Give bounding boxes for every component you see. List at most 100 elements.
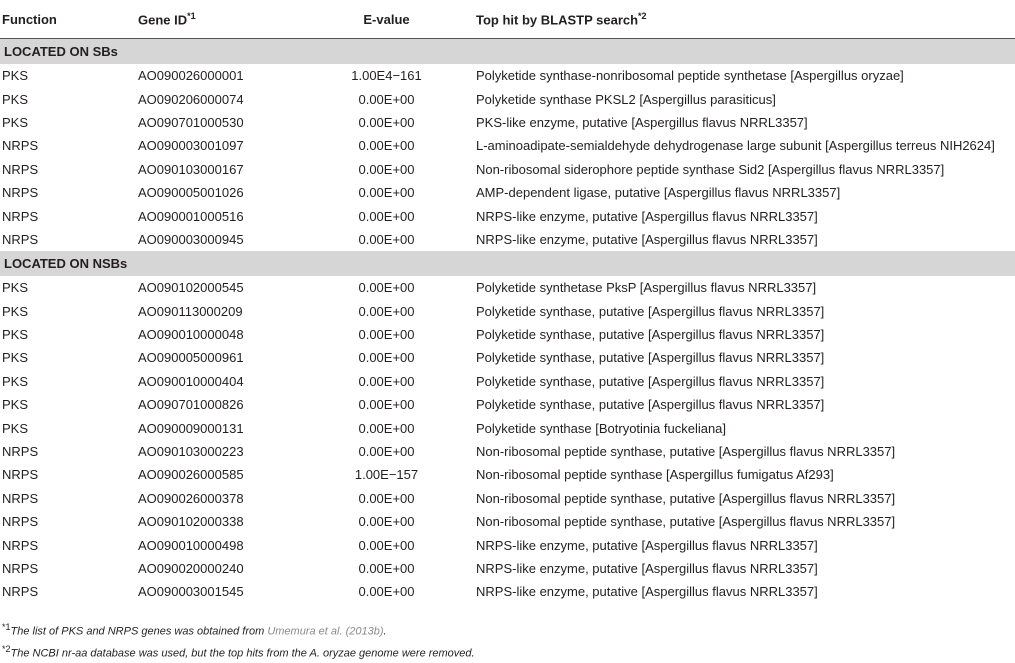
header-gene-id: Gene ID*1 xyxy=(136,0,299,39)
cell-function: NRPS xyxy=(2,467,39,483)
cell-gene-id: AO090020000240 xyxy=(138,561,244,576)
table-row: NRPS AO090026000585 1.00E−157 Non-ribosomal… xyxy=(0,463,1015,486)
cell-function: NRPS xyxy=(2,514,39,530)
table-row: PKS AO090010000404 0.00E+00 Polyketide synt… xyxy=(0,370,1015,393)
header-gene-id-label: Gene ID xyxy=(138,12,188,28)
cell-top-hit: Polyketide synthase, putative [Aspergill… xyxy=(476,327,825,343)
table-body: LOCATED ON SBs PKS AO090026000001 1.00E4−16… xyxy=(0,38,1015,604)
gene-table: Function Gene ID*1 E-value Top hit by BL… xyxy=(0,0,1015,604)
cell-function: PKS xyxy=(2,303,29,319)
cell-function: NRPS xyxy=(2,161,39,177)
cell-evalue: 0.00E+00 xyxy=(358,584,415,600)
table-row: PKS AO090113000209 0.00E+00 Polyketide synt… xyxy=(0,300,1015,323)
header-evalue: E-value xyxy=(299,0,474,39)
table-row: NRPS AO090003001097 0.00E+00 L-aminoadipate… xyxy=(0,134,1015,157)
cell-gene-id: AO090103000223 xyxy=(138,444,244,460)
cell-function: NRPS xyxy=(2,185,39,201)
table-row: PKS AO090026000001 1.00E4−161 Polyketide sy… xyxy=(0,64,1015,87)
table-row: PKS AO090009000131 0.00E+00 Polyketide synt… xyxy=(0,416,1015,439)
cell-function: NRPS xyxy=(2,231,39,247)
cell-gene-id: AO090026000001 xyxy=(138,68,244,84)
table-row: PKS AO090102000545 0.00E+00 Polyketide synt… xyxy=(0,276,1015,299)
footnote-1: *1The list of PKS and NRPS genes was obt… xyxy=(2,618,1015,641)
cell-gene-id: AO090003000945 xyxy=(138,231,244,247)
footnote-1-mark: *1 xyxy=(2,621,11,632)
table-row: PKS AO090005000961 0.00E+00 Polyketide synt… xyxy=(0,346,1015,369)
cell-top-hit: Non-ribosomal peptide synthase [Aspergil… xyxy=(476,467,834,483)
table-row: NRPS AO090103000167 0.00E+00 Non-ribosomal … xyxy=(0,158,1015,181)
cell-function: NRPS xyxy=(2,208,39,224)
cell-evalue: 0.00E+00 xyxy=(358,161,415,177)
header-gene-id-sup: *1 xyxy=(187,10,196,21)
cell-function: NRPS xyxy=(2,138,39,154)
cell-evalue: 0.00E+00 xyxy=(358,138,415,154)
cell-top-hit: Non-ribosomal siderophore peptide syntha… xyxy=(476,161,945,177)
table-row: NRPS AO090005001026 0.00E+00 AMP-dependent … xyxy=(0,181,1015,204)
cell-top-hit: Polyketide synthase, putative [Aspergill… xyxy=(476,373,825,389)
table-row: NRPS AO090001000516 0.00E+00 NRPS-like enzy… xyxy=(0,204,1015,227)
cell-function: NRPS xyxy=(2,444,39,460)
cell-evalue: 1.00E4−161 xyxy=(351,68,422,84)
header-function: Function xyxy=(0,0,136,39)
cell-gene-id: AO090701000826 xyxy=(138,397,244,413)
cell-evalue: 0.00E+00 xyxy=(358,490,415,506)
cell-top-hit: AMP-dependent ligase, putative [Aspergil… xyxy=(476,185,841,201)
cell-gene-id: AO090010000404 xyxy=(138,373,244,389)
table-row: NRPS AO090020000240 0.00E+00 NRPS-like enzy… xyxy=(0,557,1015,580)
cell-gene-id: AO090206000074 xyxy=(138,91,244,107)
cell-top-hit: Polyketide synthase, putative [Aspergill… xyxy=(476,397,825,413)
cell-top-hit: Non-ribosomal peptide synthase, putative… xyxy=(476,444,896,460)
cell-function: PKS xyxy=(2,68,29,84)
cell-top-hit: Polyketide synthetase PksP [Aspergillus … xyxy=(476,280,817,296)
cell-top-hit: Polyketide synthase, putative [Aspergill… xyxy=(476,350,825,366)
cell-function: PKS xyxy=(2,327,29,343)
cell-function: PKS xyxy=(2,91,29,107)
header-top-hit: Top hit by BLASTP search*2 xyxy=(474,0,1015,39)
header-top-hit-sup: *2 xyxy=(638,10,647,21)
cell-gene-id: AO090026000378 xyxy=(138,490,244,506)
footnotes: *1The list of PKS and NRPS genes was obt… xyxy=(0,618,1015,663)
cell-top-hit: Non-ribosomal peptide synthase, putative… xyxy=(476,514,896,530)
cell-gene-id: AO090102000338 xyxy=(138,514,244,530)
cell-gene-id: AO090102000545 xyxy=(138,280,244,296)
cell-evalue: 0.00E+00 xyxy=(358,561,415,576)
cell-evalue: 0.00E+00 xyxy=(358,444,415,460)
header-evalue-label: E-value xyxy=(363,11,410,27)
cell-top-hit: NRPS-like enzyme, putative [Aspergillus … xyxy=(476,537,818,553)
cell-gene-id: AO090009000131 xyxy=(138,420,244,436)
cell-gene-id: AO090010000048 xyxy=(138,327,244,343)
footnote-2: *2The NCBI nr-aa database was used, but … xyxy=(2,640,1015,663)
table-row: PKS AO090701000826 0.00E+00 Polyketide synt… xyxy=(0,393,1015,416)
table-row: NRPS AO090026000378 0.00E+00 Non-ribosomal … xyxy=(0,487,1015,510)
section-title: LOCATED ON SBs xyxy=(0,38,1015,64)
cell-top-hit: NRPS-like enzyme, putative [Aspergillus … xyxy=(476,208,818,224)
cell-function: PKS xyxy=(2,373,29,389)
cell-evalue: 0.00E+00 xyxy=(358,537,415,553)
cell-evalue: 0.00E+00 xyxy=(358,397,415,413)
cell-evalue: 1.00E−157 xyxy=(354,467,419,483)
table-row: PKS AO090701000530 0.00E+00 PKS-like enzyme… xyxy=(0,111,1015,134)
footnote-1-text: The list of PKS and NRPS genes was obtai… xyxy=(10,625,268,638)
cell-evalue: 0.00E+00 xyxy=(358,514,415,530)
cell-top-hit: Polyketide synthase-nonribosomal peptide… xyxy=(476,68,904,84)
cell-gene-id: AO090005001026 xyxy=(138,185,244,201)
cell-function: PKS xyxy=(2,280,29,296)
cell-gene-id: AO090113000209 xyxy=(138,303,243,319)
cell-gene-id: AO090003001545 xyxy=(138,584,244,600)
cell-function: PKS xyxy=(2,420,29,436)
footnote-1-citation-link[interactable]: Umemura et al. (2013b) xyxy=(267,625,383,637)
cell-gene-id: AO090026000585 xyxy=(138,467,244,483)
cell-top-hit: Polyketide synthase, putative [Aspergill… xyxy=(476,303,825,319)
cell-evalue: 0.00E+00 xyxy=(358,114,415,130)
cell-evalue: 0.00E+00 xyxy=(358,373,415,389)
cell-gene-id: AO090005000961 xyxy=(138,350,244,366)
cell-gene-id: AO090001000516 xyxy=(138,208,244,224)
cell-function: NRPS xyxy=(2,584,39,600)
cell-evalue: 0.00E+00 xyxy=(358,350,415,366)
cell-evalue: 0.00E+00 xyxy=(358,303,415,319)
cell-top-hit: NRPS-like enzyme, putative [Aspergillus … xyxy=(476,231,818,247)
table-row: NRPS AO090010000498 0.00E+00 NRPS-like enzy… xyxy=(0,533,1015,556)
section-title: LOCATED ON NSBs xyxy=(0,251,1015,277)
cell-top-hit: NRPS-like enzyme, putative [Aspergillus … xyxy=(476,561,818,576)
cell-top-hit: PKS-like enzyme, putative [Aspergillus f… xyxy=(476,114,808,130)
